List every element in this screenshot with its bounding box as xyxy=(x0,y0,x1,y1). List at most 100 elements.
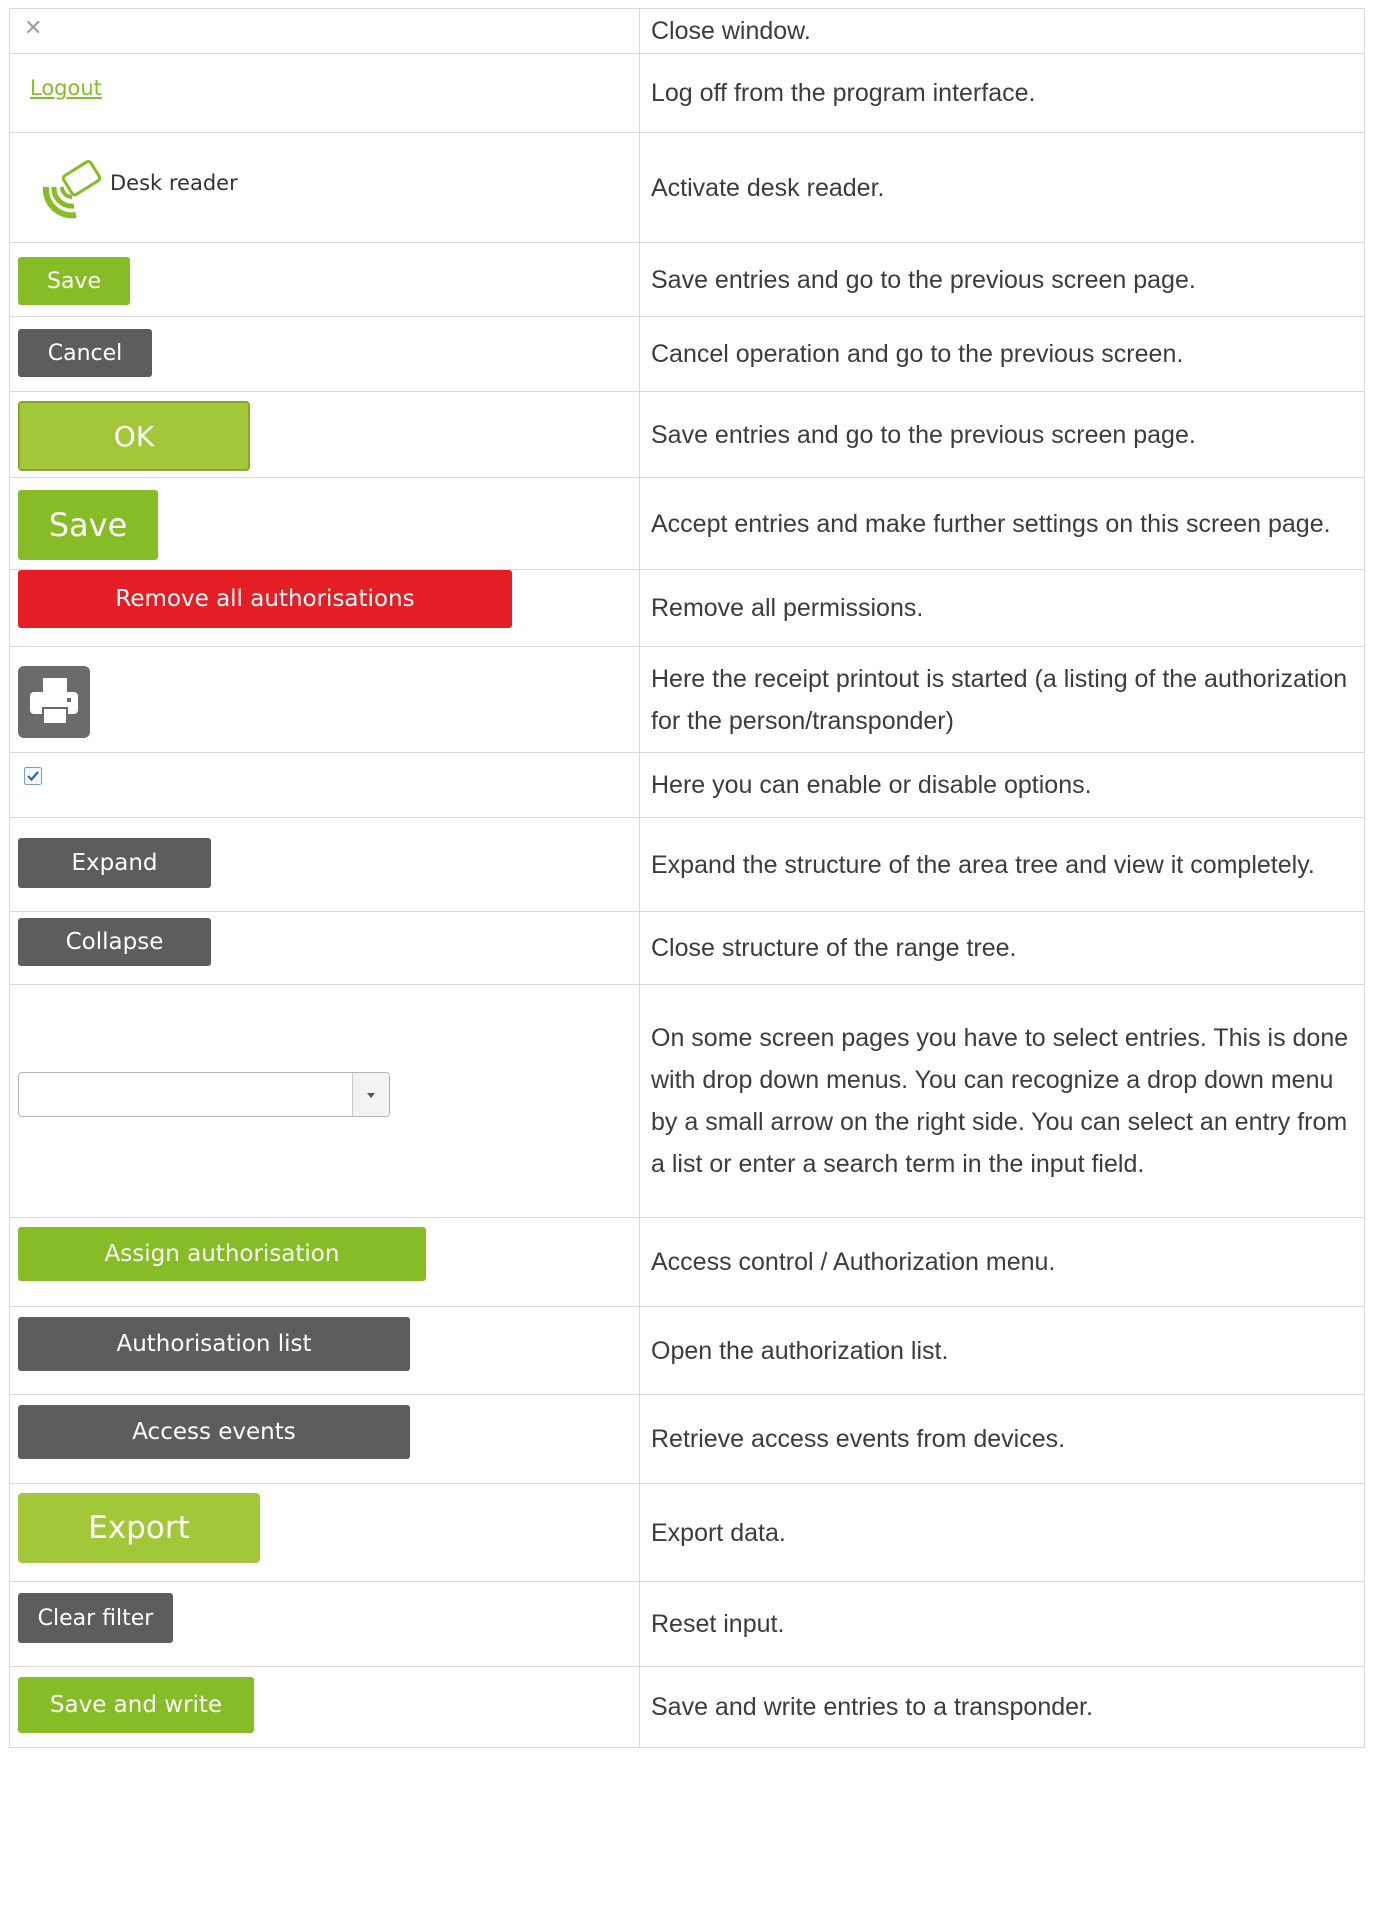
authorisation-list-button[interactable]: Authorisation list xyxy=(18,1317,410,1371)
description-cell: Open the authorization list. xyxy=(640,1307,1364,1394)
table-row: Cancel Cancel operation and go to the pr… xyxy=(9,317,1365,392)
expand-button[interactable]: Expand xyxy=(18,838,211,888)
description-text: Cancel operation and go to the previous … xyxy=(651,340,1184,368)
print-button[interactable] xyxy=(18,666,90,738)
table-row: Here the receipt printout is started (a … xyxy=(9,647,1365,753)
control-cell: Save xyxy=(10,243,640,316)
table-row: Export Export data. xyxy=(9,1484,1365,1582)
description-cell: Here you can enable or disable options. xyxy=(640,753,1364,817)
description-text: Here the receipt printout is started (a … xyxy=(651,664,1348,735)
description-text: Remove all permissions. xyxy=(651,594,924,622)
description-text: Accept entries and make further settings… xyxy=(651,509,1331,538)
cancel-button[interactable]: Cancel xyxy=(18,329,152,377)
table-row: Collapse Close structure of the range tr… xyxy=(9,912,1365,985)
control-cell xyxy=(10,753,640,817)
table-row: Clear filter Reset input. xyxy=(9,1582,1365,1667)
description-text: Expand the structure of the area tree an… xyxy=(651,850,1315,879)
control-cell: Access events xyxy=(10,1395,640,1483)
table-row: Save Save entries and go to the previous… xyxy=(9,243,1365,317)
description-cell: Save entries and go to the previous scre… xyxy=(640,243,1364,316)
table-row: Assign authorisation Access control / Au… xyxy=(9,1218,1365,1307)
access-events-button[interactable]: Access events xyxy=(18,1405,410,1459)
control-cell: Expand xyxy=(10,818,640,911)
desk-reader-label: Desk reader xyxy=(110,171,238,195)
table-row: Remove all authorisations Remove all per… xyxy=(9,570,1365,647)
clear-filter-button[interactable]: Clear filter xyxy=(18,1593,173,1643)
control-cell: Desk reader xyxy=(10,133,640,242)
control-cell xyxy=(10,985,640,1217)
description-cell: Export data. xyxy=(640,1484,1364,1581)
control-cell: Clear filter xyxy=(10,1582,640,1666)
control-cell: Authorisation list xyxy=(10,1307,640,1394)
table-row: Here you can enable or disable options. xyxy=(9,753,1365,818)
table-row: Desk reader Activate desk reader. xyxy=(9,133,1365,243)
desk-reader-icon xyxy=(42,159,102,219)
controls-table: ✕ Close window. Logout Log off from the … xyxy=(9,8,1365,1748)
description-text: Close structure of the range tree. xyxy=(651,934,1017,962)
collapse-button[interactable]: Collapse xyxy=(18,918,211,966)
description-text: Reset input. xyxy=(651,1610,785,1638)
control-cell: Save xyxy=(10,478,640,569)
dropdown-toggle[interactable] xyxy=(352,1073,389,1116)
description-cell: Log off from the program interface. xyxy=(640,54,1364,132)
printer-icon xyxy=(30,678,78,725)
control-cell: Export xyxy=(10,1484,640,1581)
control-cell: OK xyxy=(10,392,640,477)
description-cell: Access control / Authorization menu. xyxy=(640,1218,1364,1306)
assign-authorisation-button[interactable]: Assign authorisation xyxy=(18,1227,426,1281)
description-cell: Accept entries and make further settings… xyxy=(640,478,1364,569)
description-text: Activate desk reader. xyxy=(651,173,885,202)
dropdown-select[interactable] xyxy=(18,1072,390,1117)
table-row: OK Save entries and go to the previous s… xyxy=(9,392,1365,478)
description-cell: Save entries and go to the previous scre… xyxy=(640,392,1364,477)
ok-button[interactable]: OK xyxy=(18,401,250,471)
control-cell: ✕ xyxy=(10,9,640,53)
description-cell: Here the receipt printout is started (a … xyxy=(640,647,1364,752)
description-text: Open the authorization list. xyxy=(651,1336,949,1365)
save-button[interactable]: Save xyxy=(18,257,130,305)
description-text: Here you can enable or disable options. xyxy=(651,771,1092,799)
desk-reader-button[interactable]: Desk reader xyxy=(32,149,262,221)
control-cell: Collapse xyxy=(10,912,640,984)
control-cell: Assign authorisation xyxy=(10,1218,640,1306)
description-cell: Retrieve access events from devices. xyxy=(640,1395,1364,1483)
export-button[interactable]: Export xyxy=(18,1493,260,1563)
table-row: On some screen pages you have to select … xyxy=(9,985,1365,1218)
table-row: ✕ Close window. xyxy=(9,8,1365,54)
table-row: Save Accept entries and make further set… xyxy=(9,478,1365,570)
description-text: Export data. xyxy=(651,1518,786,1547)
description-cell: Expand the structure of the area tree an… xyxy=(640,818,1364,911)
remove-all-authorisations-button[interactable]: Remove all authorisations xyxy=(18,570,512,628)
description-cell: Close window. xyxy=(640,9,1364,53)
description-text: Save entries and go to the previous scre… xyxy=(651,265,1196,294)
table-row: Logout Log off from the program interfac… xyxy=(9,54,1365,133)
description-cell: Cancel operation and go to the previous … xyxy=(640,317,1364,391)
control-cell: Remove all authorisations xyxy=(10,570,640,646)
description-text: Log off from the program interface. xyxy=(651,79,1036,107)
save-button-large[interactable]: Save xyxy=(18,490,158,560)
description-text: On some screen pages you have to select … xyxy=(651,1024,1349,1178)
description-text: Save and write entries to a transponder. xyxy=(651,1693,1093,1721)
description-cell: Activate desk reader. xyxy=(640,133,1364,242)
description-cell: On some screen pages you have to select … xyxy=(640,985,1364,1217)
description-text: Save entries and go to the previous scre… xyxy=(651,420,1196,449)
description-cell: Reset input. xyxy=(640,1582,1364,1666)
table-row: Save and write Save and write entries to… xyxy=(9,1667,1365,1748)
control-cell xyxy=(10,647,640,752)
control-cell: Cancel xyxy=(10,317,640,391)
description-text: Access control / Authorization menu. xyxy=(651,1248,1056,1276)
close-icon[interactable]: ✕ xyxy=(24,16,42,41)
checkbox-checked-icon[interactable] xyxy=(24,767,42,785)
save-and-write-button[interactable]: Save and write xyxy=(18,1677,254,1733)
table-row: Expand Expand the structure of the area … xyxy=(9,818,1365,912)
table-row: Authorisation list Open the authorizatio… xyxy=(9,1307,1365,1395)
description-text: Close window. xyxy=(651,17,811,45)
control-cell: Save and write xyxy=(10,1667,640,1747)
description-cell: Save and write entries to a transponder. xyxy=(640,1667,1364,1747)
control-cell: Logout xyxy=(10,54,640,132)
caret-down-icon xyxy=(367,1093,375,1098)
logout-link[interactable]: Logout xyxy=(30,76,102,100)
description-cell: Remove all permissions. xyxy=(640,570,1364,646)
table-row: Access events Retrieve access events fro… xyxy=(9,1395,1365,1484)
description-text: Retrieve access events from devices. xyxy=(651,1425,1066,1453)
